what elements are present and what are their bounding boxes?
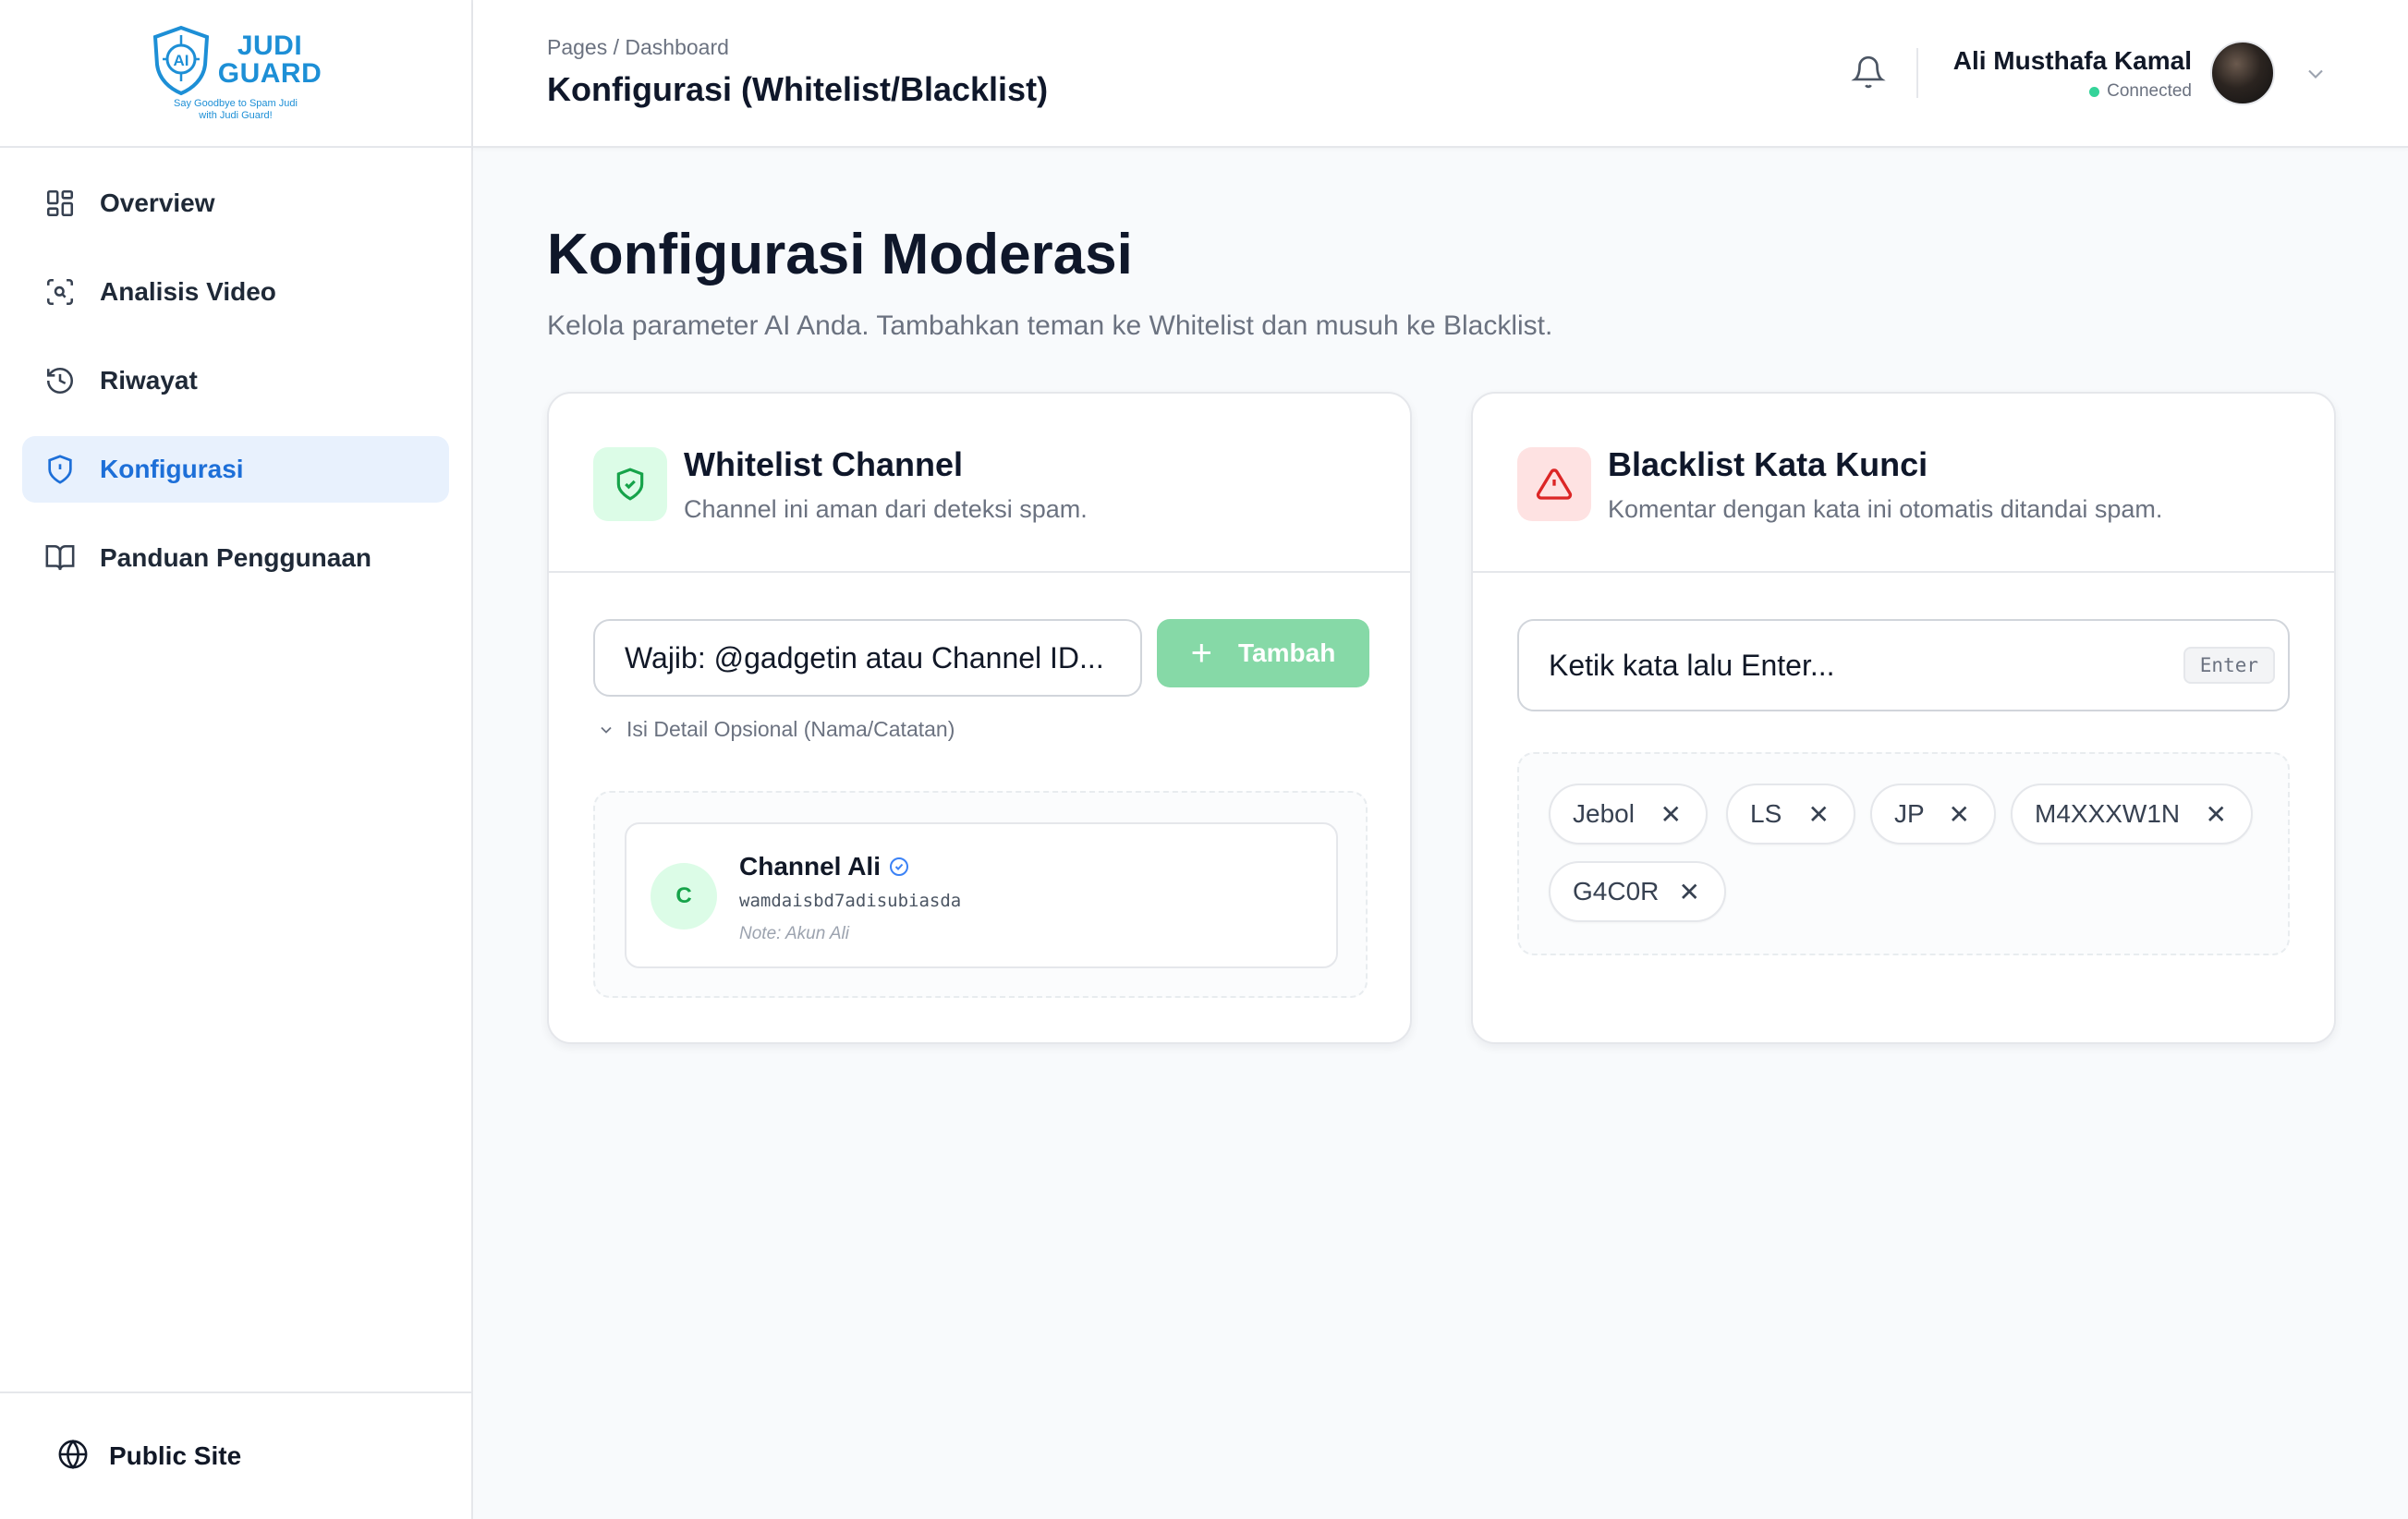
user-info[interactable]: Ali Musthafa Kamal Connected: [1953, 46, 2192, 102]
channel-name-row: Channel Ali: [739, 852, 910, 881]
whitelist-card-header: Whitelist Channel Channel ini aman dari …: [549, 394, 1410, 573]
add-channel-label: Tambah: [1238, 638, 1336, 667]
logo-tagline-line2: with Judi Guard!: [199, 110, 273, 121]
scan-search-icon: [44, 276, 76, 308]
keyword-tag: Jebol ✕: [1549, 784, 1708, 845]
verified-icon: [889, 857, 908, 876]
sidebar-item-label: Overview: [100, 188, 215, 217]
keyword-text: G4C0R: [1573, 877, 1660, 905]
keyword-text: LS: [1750, 799, 1782, 828]
close-icon[interactable]: ✕: [1808, 799, 1830, 830]
blacklist-title: Blacklist Kata Kunci: [1608, 445, 1928, 483]
grid-icon: [44, 188, 76, 219]
globe-icon: [57, 1439, 89, 1475]
optional-details-label: Isi Detail Opsional (Nama/Catatan): [626, 717, 955, 741]
top-header: Pages / Dashboard Konfigurasi (Whitelist…: [473, 0, 2408, 148]
channel-avatar: C: [651, 863, 717, 930]
shield-logo-icon: AI: [152, 25, 209, 95]
close-icon[interactable]: ✕: [1679, 877, 1700, 907]
keyword-tag: G4C0R ✕: [1549, 861, 1726, 922]
public-site-link[interactable]: Public Site: [0, 1391, 471, 1519]
blacklist-card-header: Blacklist Kata Kunci Komentar dengan kat…: [1473, 394, 2334, 573]
sidebar-item-label: Konfigurasi: [100, 455, 244, 483]
keyword-text: M4XXXW1N: [2035, 799, 2181, 828]
keyword-tag: M4XXXW1N ✕: [2011, 784, 2253, 845]
user-name: Ali Musthafa Kamal: [1952, 46, 2192, 75]
svg-text:AI: AI: [173, 52, 189, 69]
sidebar-item-label: Riwayat: [100, 366, 198, 395]
whitelist-card: Whitelist Channel Channel ini aman dari …: [547, 392, 1412, 1044]
public-site-label: Public Site: [109, 1441, 242, 1470]
sidebar-item-panduan[interactable]: Panduan Penggunaan: [22, 525, 449, 591]
logo-tagline: Say Goodbye to Spam Judi with Judi Guard…: [174, 98, 298, 122]
page-subtitle: Kelola parameter AI Anda. Tambahkan tema…: [547, 310, 1553, 341]
sidebar-nav: Overview Analisis Video Riwayat Konfigur…: [0, 155, 471, 606]
close-icon[interactable]: ✕: [2206, 799, 2227, 830]
channel-note: Note: Akun Ali: [739, 924, 849, 943]
warning-triangle-icon: [1517, 447, 1591, 521]
close-icon[interactable]: ✕: [1949, 799, 1970, 830]
history-icon: [44, 365, 76, 396]
plus-icon: +: [1190, 633, 1213, 674]
whitelist-channel-input[interactable]: [593, 619, 1142, 697]
blacklist-subtitle: Komentar dengan kata ini otomatis ditand…: [1608, 495, 2163, 523]
shield-check-icon: [593, 447, 667, 521]
add-channel-button[interactable]: + Tambah: [1157, 619, 1369, 687]
close-icon[interactable]: ✕: [1660, 799, 1682, 830]
sidebar-item-analisis-video[interactable]: Analisis Video: [22, 259, 449, 325]
logo[interactable]: AI JUDI GUARD Say Goodbye to Spam Judi w…: [150, 24, 322, 122]
sidebar-item-label: Panduan Penggunaan: [100, 543, 372, 572]
header-title: Konfigurasi (Whitelist/Blacklist): [547, 70, 1049, 108]
chevron-down-icon: [601, 726, 612, 734]
keyword-input[interactable]: [1519, 621, 2166, 710]
bell-icon[interactable]: [1848, 52, 1889, 92]
keyword-text: JP: [1894, 799, 1925, 828]
channel-name: Channel Ali: [739, 852, 881, 881]
keyword-tag: JP ✕: [1870, 784, 1996, 845]
header-divider: [1916, 48, 1918, 98]
user-status: Connected: [1953, 81, 2192, 102]
whitelist-title: Whitelist Channel: [684, 445, 964, 483]
breadcrumb[interactable]: Pages / Dashboard: [547, 35, 729, 60]
sidebar-item-riwayat[interactable]: Riwayat: [22, 347, 449, 414]
page-title: Konfigurasi Moderasi: [547, 223, 1133, 286]
enter-key-hint: Enter: [2183, 647, 2275, 684]
avatar[interactable]: [2210, 41, 2275, 105]
optional-details-toggle[interactable]: Isi Detail Opsional (Nama/Catatan): [597, 717, 955, 742]
keyword-input-wrap: Enter: [1517, 619, 2290, 711]
whitelist-subtitle: Channel ini aman dari deteksi spam.: [684, 495, 1088, 523]
user-status-label: Connected: [2107, 81, 2192, 101]
book-icon: [44, 542, 76, 574]
blacklist-card: Blacklist Kata Kunci Komentar dengan kat…: [1471, 392, 2336, 1044]
whitelist-list: C Channel Ali wamdaisbd7adisubiasda Note…: [593, 791, 1368, 998]
shield-alert-icon: [44, 454, 76, 485]
logo-name-line1: JUDI: [237, 30, 303, 61]
channel-id: wamdaisbd7adisubiasda: [739, 891, 962, 911]
status-dot: [2089, 86, 2100, 97]
list-item[interactable]: C Channel Ali wamdaisbd7adisubiasda Note…: [625, 822, 1338, 968]
keyword-tags: Jebol ✕ LS ✕ JP ✕ M4XXXW1N ✕ G4C0R ✕: [1517, 752, 2290, 955]
chevron-down-icon[interactable]: [2303, 61, 2329, 87]
sidebar-item-label: Analisis Video: [100, 277, 276, 306]
logo-name-line2: GUARD: [217, 57, 322, 89]
logo-tagline-line1: Say Goodbye to Spam Judi: [174, 97, 298, 109]
sidebar-item-overview[interactable]: Overview: [22, 170, 449, 237]
sidebar-item-konfigurasi[interactable]: Konfigurasi: [22, 436, 449, 503]
sidebar: AI JUDI GUARD Say Goodbye to Spam Judi w…: [0, 0, 473, 1519]
keyword-tag: LS ✕: [1726, 784, 1855, 845]
logo-area: AI JUDI GUARD Say Goodbye to Spam Judi w…: [0, 0, 471, 148]
keyword-text: Jebol: [1573, 799, 1635, 828]
